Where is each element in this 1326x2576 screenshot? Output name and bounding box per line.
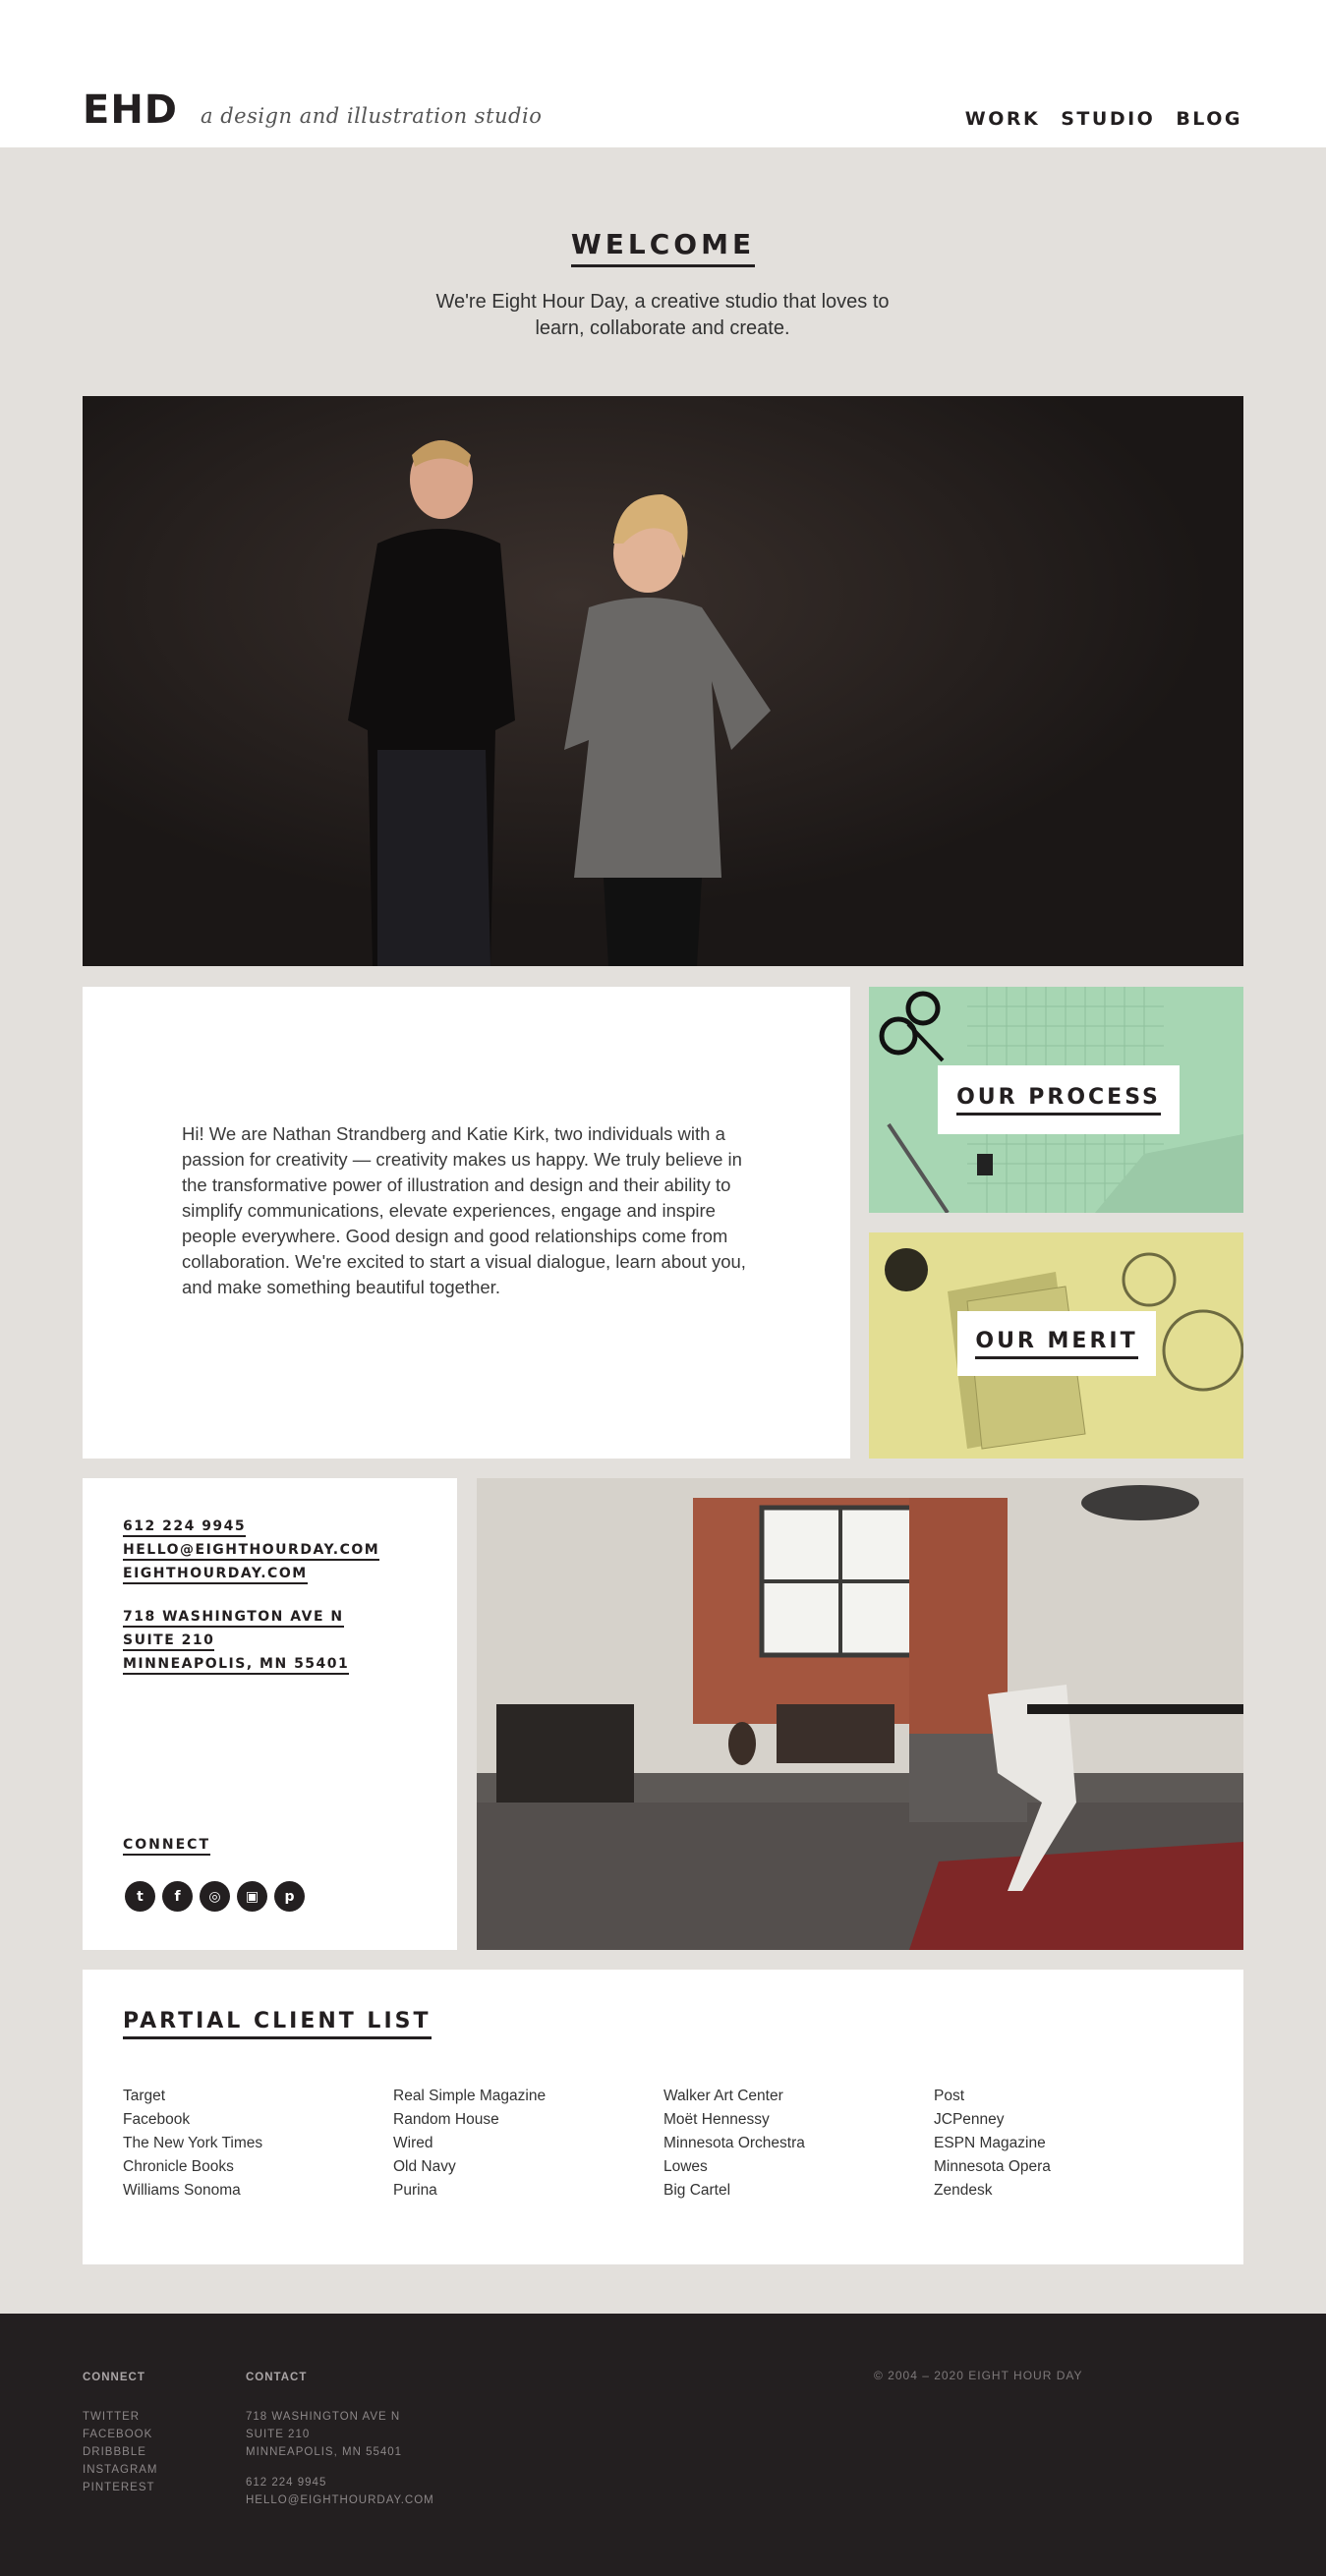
contact-card: 612 224 9945 HELLO@EIGHTHOURDAY.COM EIGH… — [83, 1478, 457, 1950]
our-merit-label[interactable]: OUR MERIT — [975, 1329, 1138, 1359]
pinterest-icon[interactable]: p — [274, 1881, 305, 1912]
client-item: Minnesota Orchestra — [663, 2135, 805, 2151]
copyright: © 2004 – 2020 EIGHT HOUR DAY — [874, 2369, 1083, 2382]
website-link[interactable]: EIGHTHOURDAY.COM — [123, 1565, 308, 1584]
instagram-icon[interactable]: ▣ — [237, 1881, 267, 1912]
client-item: Facebook — [123, 2111, 191, 2128]
client-item: Big Cartel — [663, 2182, 731, 2199]
client-item: Old Navy — [393, 2158, 456, 2175]
client-item: Minnesota Opera — [934, 2158, 1051, 2175]
our-merit-tile[interactable]: OUR MERIT — [869, 1232, 1243, 1459]
site-footer: CONNECT TWITTER FACEBOOK DRIBBBLE INSTAG… — [0, 2314, 1326, 2576]
client-column: Target Facebook The New York Times Chron… — [123, 2085, 393, 2203]
our-process-label-box: OUR PROCESS — [938, 1065, 1180, 1134]
email-link[interactable]: HELLO@EIGHTHOURDAY.COM — [123, 1541, 380, 1561]
footer-contact-title: CONTACT — [246, 2372, 308, 2383]
client-item: JCPenney — [934, 2111, 1005, 2128]
facebook-icon[interactable]: f — [162, 1881, 193, 1912]
client-item: Moët Hennessy — [663, 2111, 770, 2128]
client-item: Zendesk — [934, 2182, 993, 2199]
client-columns: Target Facebook The New York Times Chron… — [123, 2085, 1204, 2203]
founders-photo — [83, 396, 1243, 966]
intro-card: Hi! We are Nathan Strandberg and Katie K… — [83, 987, 850, 1459]
address-line-3[interactable]: MINNEAPOLIS, MN 55401 — [123, 1655, 350, 1675]
client-item: Purina — [393, 2182, 437, 2199]
twitter-icon[interactable]: t — [125, 1881, 155, 1912]
phone-link[interactable]: 612 224 9945 — [123, 1517, 247, 1537]
logo[interactable]: EHD — [83, 90, 178, 130]
footer-connect-title: CONNECT — [83, 2372, 145, 2383]
welcome-text: We're Eight Hour Day, a creative studio … — [435, 291, 890, 339]
footer-instagram-link[interactable]: INSTAGRAM — [83, 2461, 158, 2479]
nav-work[interactable]: WORK — [965, 108, 1040, 130]
footer-address-line: MINNEAPOLIS, MN 55401 — [246, 2446, 403, 2458]
our-process-tile[interactable]: OUR PROCESS — [869, 987, 1243, 1213]
client-item: Walker Art Center — [663, 2088, 783, 2104]
social-links: t f ◎ ▣ p — [125, 1881, 305, 1912]
our-process-label[interactable]: OUR PROCESS — [956, 1085, 1161, 1116]
client-item: Target — [123, 2088, 166, 2104]
address-line-1[interactable]: 718 WASHINGTON AVE N — [123, 1608, 344, 1628]
client-column: Walker Art Center Moët Hennessy Minnesot… — [663, 2085, 934, 2203]
footer-phone[interactable]: 612 224 9945 — [246, 2474, 434, 2491]
connect-label: CONNECT — [123, 1836, 210, 1856]
site-header: EHD a design and illustration studio WOR… — [0, 0, 1326, 147]
footer-dribbble-link[interactable]: DRIBBBLE — [83, 2443, 158, 2461]
client-item: Chronicle Books — [123, 2158, 234, 2175]
client-item: Real Simple Magazine — [393, 2088, 547, 2104]
footer-twitter-link[interactable]: TWITTER — [83, 2408, 158, 2426]
client-column: Real Simple Magazine Random House Wired … — [393, 2085, 663, 2203]
client-item: The New York Times — [123, 2135, 263, 2151]
our-merit-label-box: OUR MERIT — [957, 1311, 1156, 1376]
office-photo — [477, 1478, 1243, 1950]
client-item: Post — [934, 2088, 965, 2104]
dribbble-icon[interactable]: ◎ — [200, 1881, 230, 1912]
footer-address-line: 718 WASHINGTON AVE N — [246, 2411, 401, 2423]
footer-facebook-link[interactable]: FACEBOOK — [83, 2426, 158, 2443]
nav-studio[interactable]: STUDIO — [1061, 108, 1155, 130]
tagline: a design and illustration studio — [201, 104, 543, 128]
client-item: Williams Sonoma — [123, 2182, 241, 2199]
address-line-2[interactable]: SUITE 210 — [123, 1631, 215, 1651]
client-item: ESPN Magazine — [934, 2135, 1046, 2151]
client-item: Lowes — [663, 2158, 708, 2175]
client-list-card: PARTIAL CLIENT LIST Target Facebook The … — [83, 1970, 1243, 2264]
footer-email[interactable]: HELLO@EIGHTHOURDAY.COM — [246, 2491, 434, 2509]
studio-photo — [477, 1478, 1243, 1950]
hero-photo — [83, 396, 1243, 966]
welcome-heading: WELCOME — [0, 228, 1326, 267]
footer-connect: CONNECT TWITTER FACEBOOK DRIBBBLE INSTAG… — [83, 2369, 158, 2496]
nav-blog[interactable]: BLOG — [1176, 108, 1242, 130]
client-item: Wired — [393, 2135, 433, 2151]
client-column: Post JCPenney ESPN Magazine Minnesota Op… — [934, 2085, 1204, 2203]
footer-pinterest-link[interactable]: PINTEREST — [83, 2479, 158, 2496]
client-list-title: PARTIAL CLIENT LIST — [123, 2009, 432, 2039]
intro-text: Hi! We are Nathan Strandberg and Katie K… — [182, 1123, 746, 1297]
client-item: Random House — [393, 2111, 499, 2128]
main-nav: WORK STUDIO BLOG — [965, 108, 1242, 130]
footer-address-line: SUITE 210 — [246, 2429, 311, 2440]
footer-contact: CONTACT 718 WASHINGTON AVE N SUITE 210 M… — [246, 2369, 434, 2509]
welcome-title: WELCOME — [570, 228, 756, 267]
